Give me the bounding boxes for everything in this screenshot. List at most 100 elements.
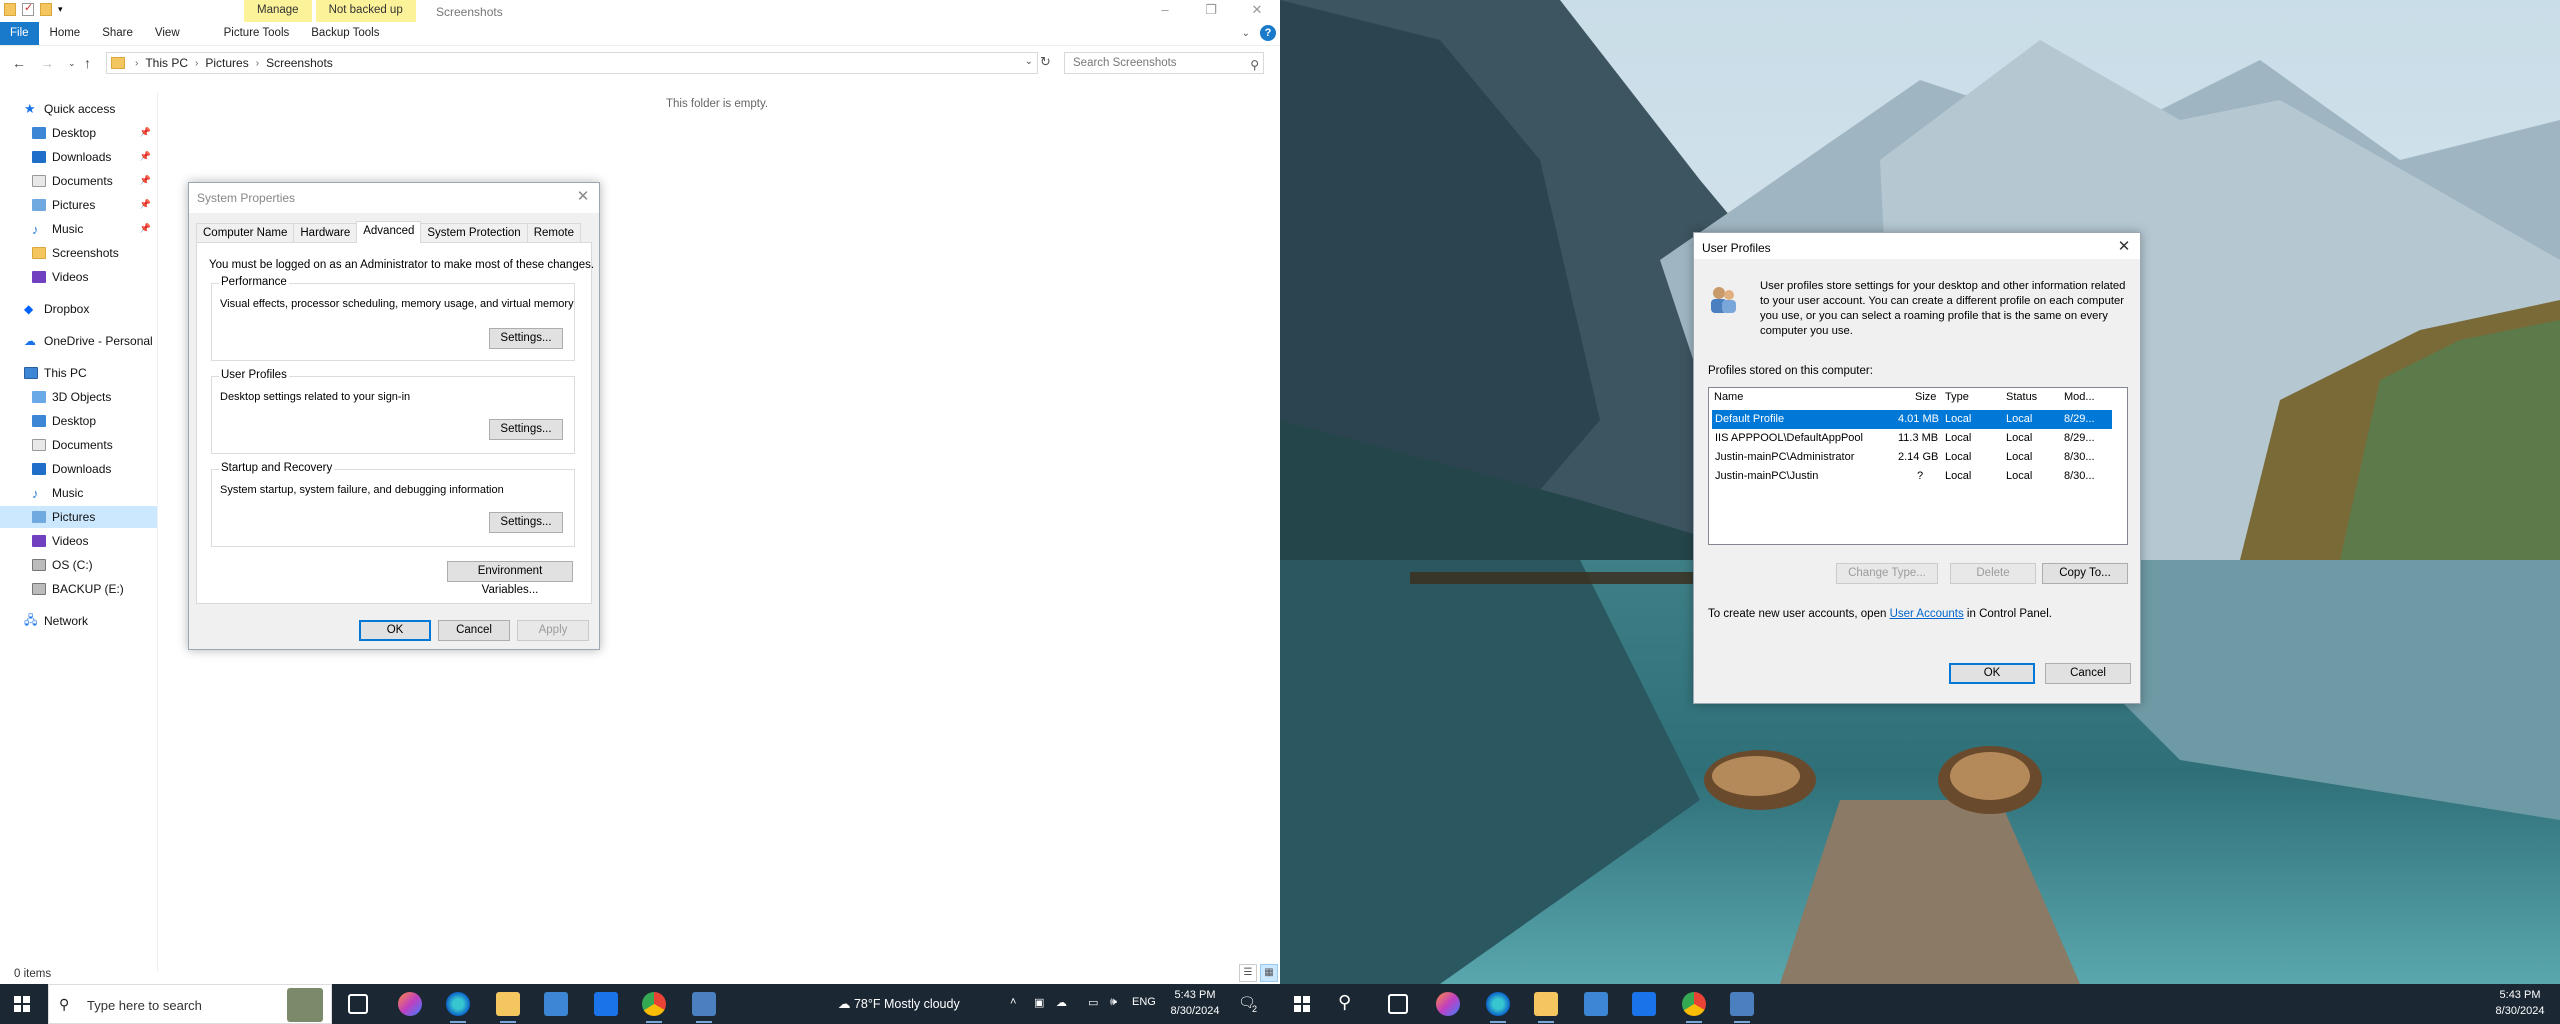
nav-pc-downloads[interactable]: Downloads [0,458,157,480]
tab-not-backed-up[interactable]: Not backed up [315,0,416,22]
column-header-name[interactable]: Name [1714,391,1743,403]
new-folder-icon[interactable] [40,3,52,16]
nav-qa-videos[interactable]: Videos [0,266,157,288]
tab-hardware[interactable]: Hardware [293,223,358,243]
table-row[interactable]: Default Profile 4.01 MB Local Local 8/29… [1712,410,2112,429]
nav-pc-desktop[interactable]: Desktop [0,410,157,432]
cancel-button[interactable]: Cancel [2045,663,2131,684]
search-icon[interactable]: ⚲ [1338,992,1351,1013]
tab-view[interactable]: View [144,22,191,45]
mail-icon[interactable] [1632,992,1656,1016]
tab-advanced[interactable]: Advanced [356,221,422,243]
chevron-up-icon[interactable]: ˄ [1010,996,1016,1008]
column-header-type[interactable]: Type [1945,391,1969,403]
column-header-size[interactable]: Size [1915,391,1936,403]
nav-pc-documents[interactable]: Documents [0,434,157,456]
taskbar-search-box[interactable]: ⚲ Type here to search [48,984,332,1024]
close-icon[interactable]: ✕ [2114,237,2134,255]
nav-qa-downloads[interactable]: Downloads 📌 [0,146,157,168]
nav-onedrive[interactable]: ☁ OneDrive - Personal [0,330,157,352]
nav-dropbox[interactable]: ◆ Dropbox [0,298,157,320]
chevron-right-icon[interactable]: › [256,58,259,69]
folder-icon[interactable] [4,3,16,16]
copy-to-button[interactable]: Copy To... [2042,563,2128,584]
tab-file[interactable]: File [0,22,39,45]
nav-pc-backup-e[interactable]: BACKUP (E:) [0,578,157,600]
column-header-modified[interactable]: Mod... [2064,391,2095,403]
system-properties-app-icon[interactable] [692,992,716,1023]
customize-toolbar-icon[interactable]: ▾ [58,3,66,16]
table-row[interactable]: IIS APPPOOL\DefaultAppPool 11.3 MB Local… [1712,429,2112,448]
ok-button[interactable]: OK [359,620,431,641]
back-icon[interactable]: ← [12,55,26,71]
expand-ribbon-icon[interactable]: ⌄ [1242,28,1250,39]
network-icon[interactable]: ▭ [1088,996,1098,1009]
tab-backup-tools[interactable]: Backup Tools [300,22,390,45]
mail-icon[interactable] [594,992,618,1016]
startup-settings-button[interactable]: Settings... [489,512,563,533]
profiles-list[interactable]: Name Size Type Status Mod... Default Pro… [1708,387,2128,545]
environment-variables-button[interactable]: Environment Variables... [447,561,573,596]
column-header-status[interactable]: Status [2006,391,2037,403]
nav-pc-videos[interactable]: Videos [0,530,157,552]
properties-icon[interactable] [22,1,34,16]
refresh-icon[interactable]: ↻ [1040,54,1051,70]
store-icon[interactable] [1584,992,1608,1016]
tab-home[interactable]: Home [39,22,92,45]
breadcrumb-pictures[interactable]: Pictures [205,56,248,70]
ok-button[interactable]: OK [1949,663,2035,684]
table-row[interactable]: Justin-mainPC\Administrator 2.14 GB Loca… [1712,448,2112,467]
delete-button[interactable]: Delete [1950,563,2036,584]
nav-qa-music[interactable]: ♪ Music 📌 [0,218,157,240]
windows-start-icon[interactable] [1294,996,1310,1012]
cancel-button[interactable]: Cancel [438,620,510,641]
user-profiles-settings-button[interactable]: Settings... [489,419,563,440]
input-language[interactable]: ENG [1132,996,1156,1008]
volume-icon[interactable]: 🕪 [1110,996,1117,1009]
nav-qa-documents[interactable]: Documents 📌 [0,170,157,192]
nav-pc-music[interactable]: ♪ Music [0,482,157,504]
task-view-icon[interactable] [348,994,368,1014]
breadcrumb-this-pc[interactable]: This PC [145,56,188,70]
task-view-icon[interactable] [1388,994,1408,1014]
store-icon[interactable] [544,992,568,1016]
user-accounts-link[interactable]: User Accounts [1890,608,1964,620]
nav-pc-3d-objects[interactable]: 3D Objects [0,386,157,408]
tab-remote[interactable]: Remote [526,223,581,243]
search-input[interactable]: Search Screenshots ⚲ [1064,52,1264,74]
minimize-icon[interactable]: – [1142,0,1188,22]
tab-manage[interactable]: Manage [244,0,312,22]
tab-system-protection[interactable]: System Protection [420,223,528,243]
help-icon[interactable]: ? [1260,25,1276,41]
tab-picture-tools[interactable]: Picture Tools [213,22,301,45]
large-icons-view-icon[interactable]: ▦ [1260,964,1278,982]
nav-qa-screenshots[interactable]: Screenshots [0,242,157,264]
nav-pc-os-c[interactable]: OS (C:) [0,554,157,576]
chrome-icon[interactable] [1682,992,1706,1023]
onedrive-icon[interactable]: ☁ [1056,996,1067,1009]
performance-settings-button[interactable]: Settings... [489,328,563,349]
close-icon[interactable]: ✕ [1234,0,1280,22]
apply-button[interactable]: Apply [517,620,589,641]
edge-icon[interactable] [446,992,470,1023]
meet-now-icon[interactable]: ▣ [1034,996,1044,1009]
tab-share[interactable]: Share [91,22,144,45]
nav-network[interactable]: 🖧 Network [0,610,157,632]
details-view-icon[interactable]: ☰ [1239,964,1257,982]
nav-qa-pictures[interactable]: Pictures 📌 [0,194,157,216]
clock[interactable]: 5:43 PM 8/30/2024 [2490,987,2550,1019]
chevron-right-icon[interactable]: › [195,58,198,69]
breadcrumb-screenshots[interactable]: Screenshots [266,56,333,70]
table-row[interactable]: Justin-mainPC\Justin ? Local Local 8/30.… [1712,467,2112,486]
windows-start-icon[interactable] [14,996,30,1012]
edge-icon[interactable] [1486,992,1510,1023]
nav-this-pc[interactable]: This PC [0,362,157,384]
change-type-button[interactable]: Change Type... [1836,563,1938,584]
file-explorer-icon[interactable] [1534,992,1558,1023]
tab-computer-name[interactable]: Computer Name [196,223,295,243]
chevron-right-icon[interactable]: › [135,58,138,69]
chrome-icon[interactable] [642,992,666,1023]
copilot-icon[interactable] [398,992,422,1016]
nav-quick-access[interactable]: ★ Quick access [0,98,157,120]
nav-qa-desktop[interactable]: Desktop 📌 [0,122,157,144]
